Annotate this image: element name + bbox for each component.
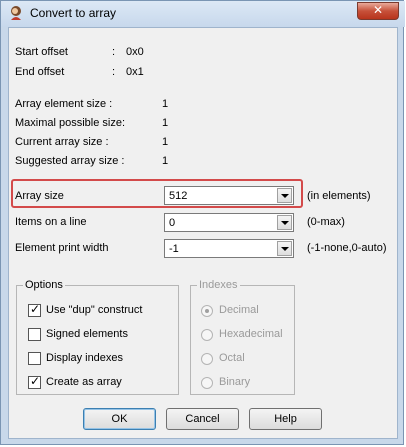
- suggested-size-value: 1: [162, 155, 169, 167]
- current-size-value: 1: [162, 136, 169, 148]
- start-offset-value: 0x0: [126, 46, 144, 58]
- chevron-down-icon[interactable]: [277, 188, 292, 203]
- start-offset-label: Start offset: [15, 46, 68, 58]
- binary-radio[interactable]: [201, 377, 213, 389]
- signed-elements-checkbox[interactable]: [28, 328, 41, 341]
- element-size-value: 1: [162, 98, 169, 110]
- array-size-hint: (in elements): [307, 190, 371, 202]
- print-width-label: Element print width: [15, 242, 109, 254]
- suggested-size-label: Suggested array size :: [15, 155, 125, 167]
- display-indexes-label[interactable]: Display indexes: [46, 352, 123, 364]
- display-indexes-checkbox[interactable]: [28, 352, 41, 365]
- cancel-button[interactable]: Cancel: [166, 408, 239, 430]
- array-size-combobox[interactable]: 512: [164, 186, 294, 205]
- print-width-value: -1: [169, 243, 179, 255]
- current-size-label: Current array size :: [15, 136, 109, 148]
- title-bar[interactable]: Convert to array ✕: [1, 1, 405, 27]
- hexadecimal-radio[interactable]: [201, 329, 213, 341]
- hexadecimal-label[interactable]: Hexadecimal: [219, 328, 283, 340]
- array-size-label: Array size: [15, 190, 64, 202]
- options-group: Options ✓ Use "dup" construct Signed ele…: [16, 279, 179, 395]
- close-button[interactable]: ✕: [357, 2, 399, 20]
- close-icon: ✕: [372, 3, 384, 17]
- print-width-combobox[interactable]: -1: [164, 239, 294, 258]
- max-size-value: 1: [162, 117, 169, 129]
- element-size-label: Array element size :: [15, 98, 113, 110]
- print-width-hint: (-1-none,0-auto): [307, 242, 387, 254]
- checkmark-icon: ✓: [30, 302, 41, 316]
- items-per-line-label: Items on a line: [15, 216, 87, 228]
- items-per-line-combobox[interactable]: 0: [164, 213, 294, 232]
- create-as-array-checkbox[interactable]: ✓: [28, 374, 41, 389]
- dialog-client-area: Start offset : 0x0 End offset : 0x1 Arra…: [8, 27, 398, 439]
- app-icon: [11, 6, 21, 20]
- array-size-value: 512: [169, 190, 188, 202]
- ok-button[interactable]: OK: [83, 408, 156, 430]
- octal-label[interactable]: Octal: [219, 352, 245, 364]
- dialog-window: Convert to array ✕ Start offset : 0x0 En…: [0, 0, 405, 445]
- binary-label[interactable]: Binary: [219, 376, 250, 388]
- decimal-label[interactable]: Decimal: [219, 304, 259, 316]
- end-offset-value: 0x1: [126, 66, 144, 78]
- chevron-down-icon[interactable]: [277, 241, 292, 256]
- decimal-radio[interactable]: [201, 305, 213, 317]
- end-offset-label: End offset: [15, 66, 65, 78]
- end-offset-colon: :: [112, 66, 116, 78]
- indexes-group: Indexes Decimal Hexadecimal Octal Binary: [190, 279, 295, 395]
- items-per-line-value: 0: [169, 217, 176, 229]
- chevron-down-icon[interactable]: [277, 215, 292, 230]
- create-as-array-label[interactable]: Create as array: [46, 376, 122, 388]
- use-dup-label[interactable]: Use "dup" construct: [46, 304, 142, 316]
- use-dup-checkbox[interactable]: ✓: [28, 302, 41, 317]
- window-title: Convert to array: [30, 6, 117, 20]
- indexes-group-title: Indexes: [197, 279, 240, 291]
- options-group-title: Options: [23, 279, 65, 291]
- start-offset-colon: :: [112, 46, 116, 58]
- checkmark-icon: ✓: [30, 374, 41, 388]
- signed-elements-label[interactable]: Signed elements: [46, 328, 128, 340]
- items-per-line-hint: (0-max): [307, 216, 345, 228]
- max-size-label: Maximal possible size:: [15, 117, 126, 129]
- octal-radio[interactable]: [201, 353, 213, 365]
- help-button[interactable]: Help: [249, 408, 322, 430]
